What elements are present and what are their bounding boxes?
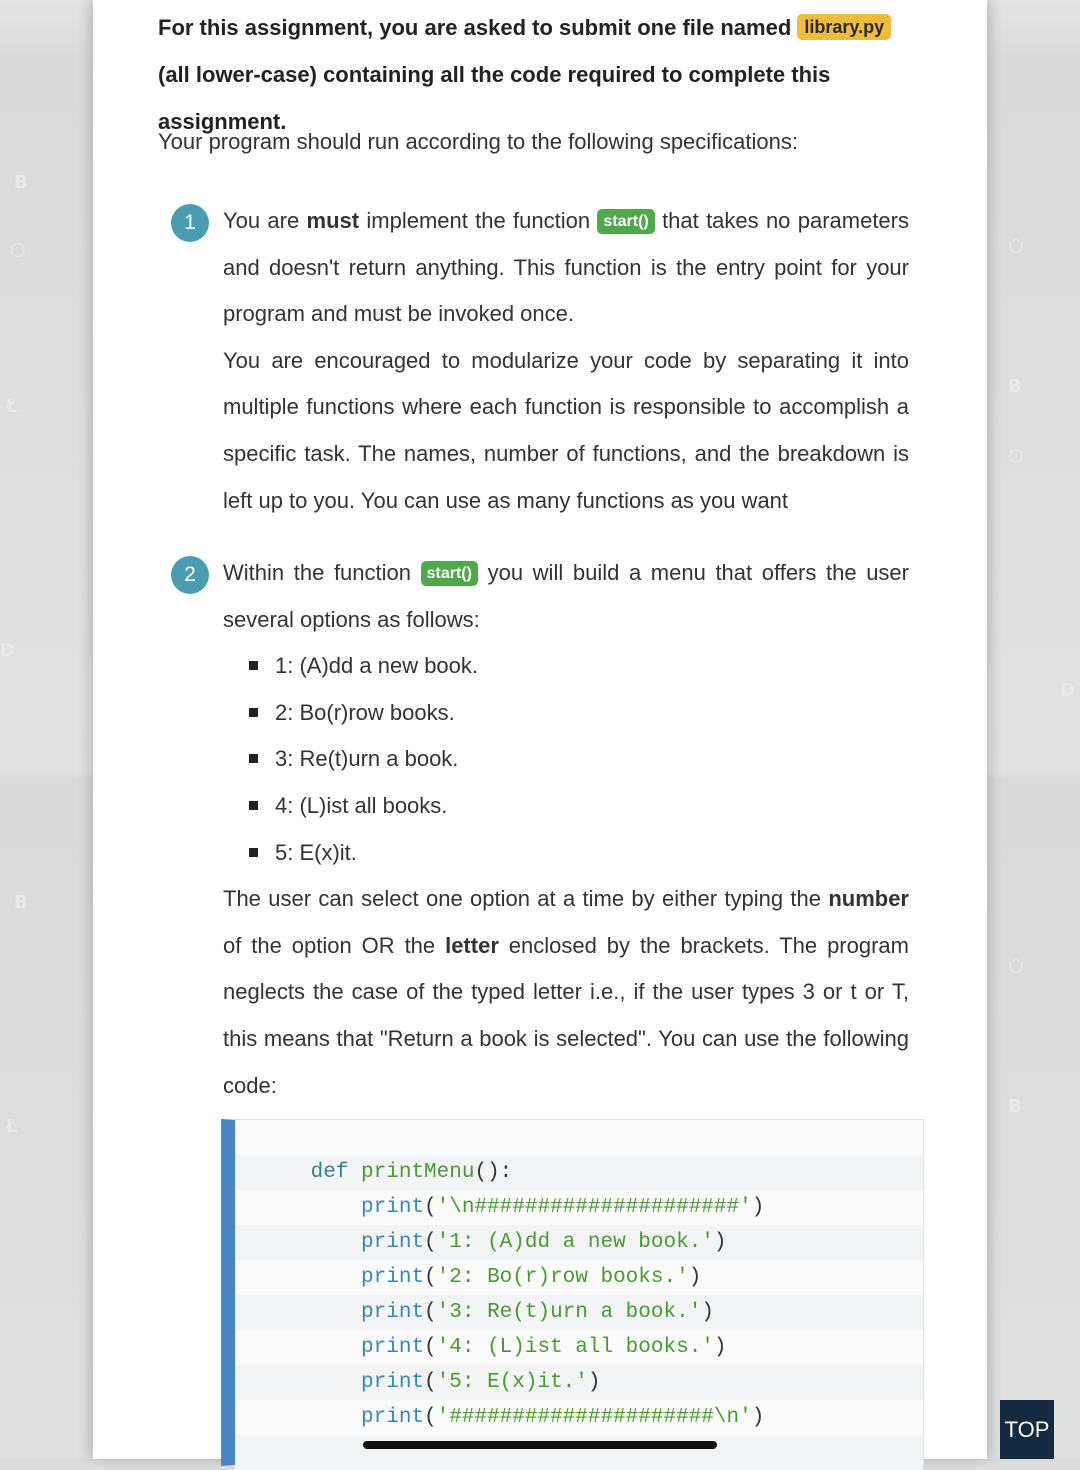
text: You are xyxy=(223,208,307,233)
menu-option: 4: (L)ist all books. xyxy=(249,783,909,830)
builtin: print xyxy=(361,1301,425,1324)
code-lines: def printMenu(): print('\n##############… xyxy=(235,1155,923,1470)
bg-glyph: Ł xyxy=(6,396,18,417)
menu-option: 3: Re(t)urn a book. xyxy=(249,736,909,783)
bg-glyph: Ł xyxy=(6,1116,18,1137)
text: The user can select one option at a time… xyxy=(223,886,829,912)
menu-options-list: 1: (A)dd a new book. 2: Bo(r)row books. … xyxy=(223,643,909,876)
bold-text: number xyxy=(828,886,909,912)
builtin: print xyxy=(361,1196,425,1219)
string-literal: '\n#####################' xyxy=(436,1196,752,1219)
code-line: print('1: (A)dd a new book.') xyxy=(235,1225,923,1260)
code-block: def printMenu(): print('\n##############… xyxy=(221,1119,924,1470)
builtin: print xyxy=(361,1266,425,1289)
text: implement the function xyxy=(359,208,598,233)
spec-item-2: Within the function start() you will bui… xyxy=(223,550,909,1109)
spec-item-1-paragraph-1: You are must implement the function star… xyxy=(223,198,909,338)
builtin: print xyxy=(361,1406,425,1429)
code-line: print('2: Bo(r)row books.') xyxy=(235,1260,923,1295)
bg-glyph: B xyxy=(14,172,28,193)
code-line: print('4: (L)ist all books.') xyxy=(235,1330,923,1365)
filename-tag: library.py xyxy=(797,14,892,40)
builtin: print xyxy=(361,1231,425,1254)
bg-glyph: B xyxy=(14,892,28,913)
code-line: print('5: E(x)it.') xyxy=(235,1365,923,1400)
builtin: print xyxy=(361,1336,425,1359)
step-number-badge: 1 xyxy=(171,204,209,242)
builtin: print xyxy=(361,1371,425,1394)
bg-glyph: ⬡ xyxy=(1008,236,1024,257)
home-indicator[interactable] xyxy=(363,1441,717,1449)
bg-glyph: ⬡ xyxy=(1008,446,1024,467)
menu-option: 1: (A)dd a new book. xyxy=(249,643,909,690)
function-tag: start() xyxy=(597,209,655,234)
spec-item-1: You are must implement the function star… xyxy=(223,198,909,524)
spec-item-2-paragraph-2: The user can select one option at a time… xyxy=(223,876,909,1109)
scroll-to-top-button[interactable]: TOP xyxy=(1000,1400,1054,1459)
string-literal: '5: E(x)it.' xyxy=(436,1371,588,1394)
function-name: printMenu xyxy=(361,1161,475,1184)
bold-text: letter xyxy=(445,932,499,958)
code-line: print('#####################\n') xyxy=(235,1400,923,1435)
text: of the option OR the xyxy=(223,932,446,958)
bg-glyph: B xyxy=(1008,376,1022,397)
text: Within the function xyxy=(223,560,421,585)
spec-item-2-paragraph-1: Within the function start() you will bui… xyxy=(223,550,909,643)
punctuation: (): xyxy=(474,1161,513,1184)
bold-text: must xyxy=(306,208,360,233)
code-line: def printMenu(): xyxy=(235,1155,923,1190)
string-literal: '3: Re(t)urn a book.' xyxy=(436,1301,702,1324)
bg-glyph: B xyxy=(1008,1096,1022,1117)
string-literal: '1: (A)dd a new book.' xyxy=(436,1231,714,1254)
menu-option: 5: E(x)it. xyxy=(249,830,909,877)
string-literal: '#####################\n' xyxy=(436,1406,752,1429)
bg-glyph: D xyxy=(1060,680,1075,701)
step-number-badge: 2 xyxy=(171,556,209,594)
spec-item-1-paragraph-2: You are encouraged to modularize your co… xyxy=(223,347,909,513)
intro-text-before: For this assignment, you are asked to su… xyxy=(158,15,798,40)
specifications-intro: Your program should run according to the… xyxy=(158,129,798,154)
string-literal: '2: Bo(r)row books.' xyxy=(436,1266,689,1289)
code-line: print('3: Re(t)urn a book.') xyxy=(235,1295,923,1330)
keyword: def xyxy=(310,1161,349,1184)
code-line: print('\n#####################') xyxy=(235,1190,923,1225)
menu-option: 2: Bo(r)row books. xyxy=(249,690,909,737)
bg-glyph: D xyxy=(0,640,15,661)
function-tag: start() xyxy=(420,561,478,586)
document-page: For this assignment, you are asked to su… xyxy=(93,0,987,1470)
string-literal: '4: (L)ist all books.' xyxy=(436,1336,714,1359)
bg-glyph: ⬡ xyxy=(1008,956,1024,977)
bg-glyph: ⬡ xyxy=(10,240,26,261)
